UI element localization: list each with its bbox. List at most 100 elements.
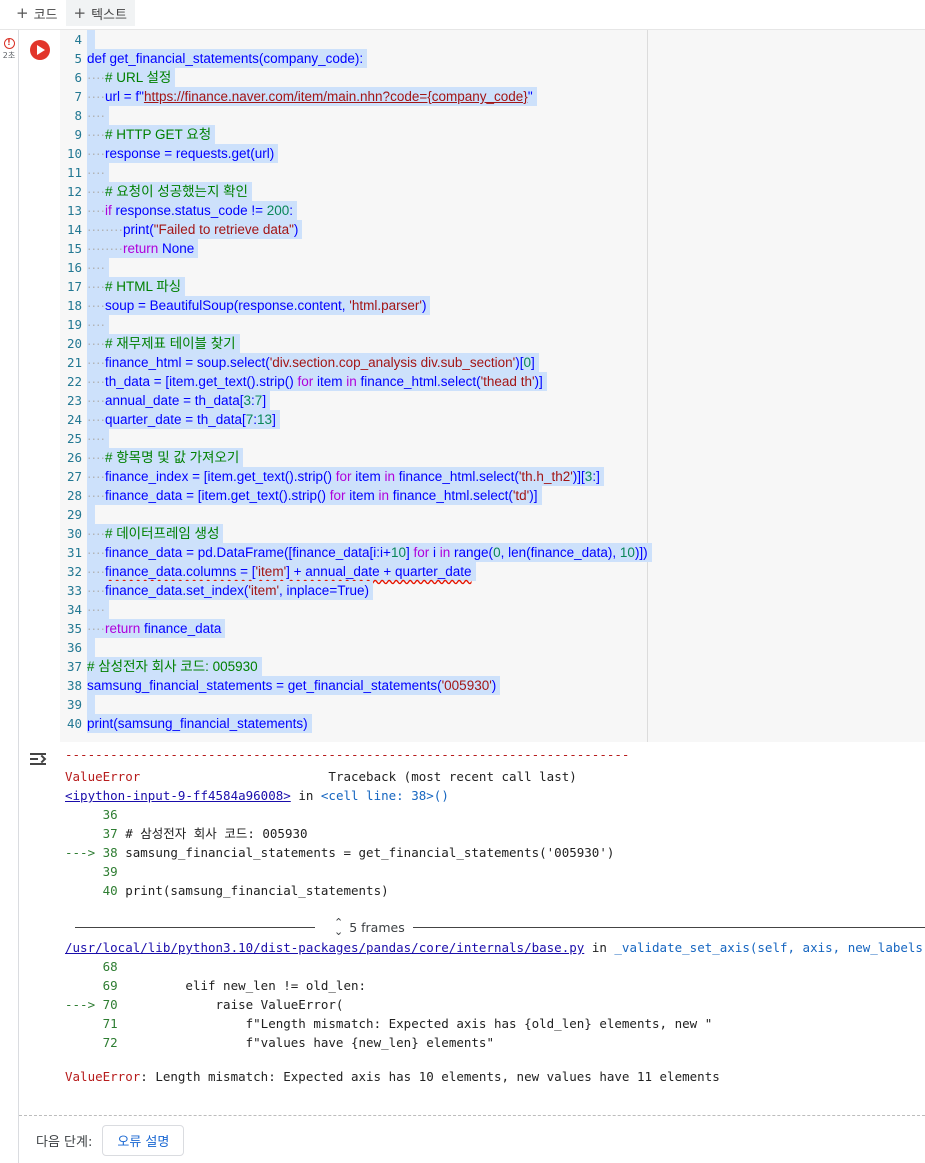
- code-text: ····: [87, 106, 109, 125]
- code-line[interactable]: 33 ····finance_data.set_index('item', inp…: [60, 581, 925, 600]
- output-toggle-icon[interactable]: [30, 752, 50, 766]
- code-line[interactable]: 16 ····: [60, 258, 925, 277]
- traceback-line-number: 71: [102, 1016, 126, 1031]
- code-line[interactable]: 18 ····soup = BeautifulSoup(response.cont…: [60, 296, 925, 315]
- traceback-line-number: 40: [102, 883, 126, 898]
- next-steps-label: 다음 단계:: [36, 1134, 93, 1150]
- next-steps-divider: [19, 1115, 925, 1116]
- traceback-arrow: [65, 1035, 103, 1050]
- final-error-name: ValueError: [65, 1069, 141, 1084]
- code-editor[interactable]: 4 5 def get_financial_statements(company_c…: [60, 30, 925, 742]
- traceback-arrow: [65, 864, 103, 879]
- run-cell-button[interactable]: [30, 40, 50, 60]
- code-line[interactable]: 24 ····quarter_date = th_data[7:13]: [60, 410, 925, 429]
- file-location: /usr/local/lib/python3.10/dist-packages/…: [65, 938, 925, 957]
- traceback-line-number: 38: [102, 845, 126, 860]
- execution-time: 2초: [2, 51, 16, 60]
- code-line[interactable]: 35 ····return finance_data: [60, 619, 925, 638]
- traceback-label: Traceback (most recent call last): [328, 769, 577, 784]
- code-line[interactable]: 29: [60, 505, 925, 524]
- line-number: 9: [74, 127, 82, 142]
- code-text: ····finance_index = [item.get_text().str…: [87, 467, 604, 486]
- error-icon: !: [3, 38, 15, 49]
- code-line[interactable]: 8 ····: [60, 106, 925, 125]
- line-number: 37: [66, 659, 82, 674]
- line-number: 8: [74, 108, 82, 123]
- traceback-code: print(samsung_financial_statements): [125, 883, 389, 898]
- code-line[interactable]: 38 samsung_financial_statements = get_fin…: [60, 676, 925, 695]
- add-text-button[interactable]: + 텍스트: [65, 0, 135, 26]
- code-line[interactable]: 11 ····: [60, 163, 925, 182]
- line-number: 38: [66, 678, 82, 693]
- code-line[interactable]: 31 ····finance_data = pd.DataFrame([finan…: [60, 543, 925, 562]
- code-line[interactable]: 19 ····: [60, 315, 925, 334]
- line-number: 40: [66, 716, 82, 731]
- add-code-button[interactable]: + 코드: [8, 0, 66, 26]
- traceback-separator: ----------------------------------------…: [65, 747, 630, 762]
- code-line[interactable]: 25 ····: [60, 429, 925, 448]
- file-link[interactable]: /usr/local/lib/python3.10/dist-packages/…: [65, 940, 584, 955]
- code-text: ····# 요청이 성공했는지 확인: [87, 182, 252, 201]
- explain-error-button[interactable]: 오류 설명: [102, 1124, 185, 1156]
- line-number: 20: [66, 336, 82, 351]
- line-number: 6: [74, 70, 82, 85]
- code-line[interactable]: 27 ····finance_index = [item.get_text().s…: [60, 467, 925, 486]
- code-line[interactable]: 28 ····finance_data = [item.get_text().st…: [60, 486, 925, 505]
- code-line[interactable]: 5 def get_financial_statements(company_co…: [60, 49, 925, 68]
- code-line[interactable]: 34 ····: [60, 600, 925, 619]
- cell-line: <cell line: 38>(): [320, 788, 449, 803]
- code-text: ····soup = BeautifulSoup(response.conten…: [87, 296, 431, 315]
- line-number: 21: [66, 355, 82, 370]
- code-line[interactable]: 37 # 삼성전자 회사 코드: 005930: [60, 657, 925, 676]
- code-line[interactable]: 12 ····# 요청이 성공했는지 확인: [60, 182, 925, 201]
- code-line[interactable]: 36: [60, 638, 925, 657]
- line-number: 35: [66, 621, 82, 636]
- code-line[interactable]: 7 ····url = f"https://finance.naver.com/i…: [60, 87, 925, 106]
- traceback-line-number: 68: [102, 959, 126, 974]
- traceback-line: 37 # 삼성전자 회사 코드: 005930: [65, 824, 308, 843]
- code-text: # 삼성전자 회사 코드: 005930: [87, 657, 262, 676]
- code-text: ········return None: [87, 239, 199, 258]
- line-number: 27: [66, 469, 82, 484]
- code-line[interactable]: 40 print(samsung_financial_statements): [60, 714, 925, 733]
- code-line[interactable]: 23 ····annual_date = th_data[3:7]: [60, 391, 925, 410]
- code-text: ····annual_date = th_data[3:7]: [87, 391, 271, 410]
- code-line[interactable]: 15 ········return None: [60, 239, 925, 258]
- execution-status[interactable]: ! 2초: [2, 38, 16, 61]
- frames-line-right: [413, 927, 925, 928]
- code-line[interactable]: 6 ····# URL 설정: [60, 68, 925, 87]
- code-line[interactable]: 10 ····response = requests.get(url): [60, 144, 925, 163]
- next-steps: 다음 단계: 오류 설명: [36, 1124, 185, 1156]
- code-line[interactable]: 30 ····# 데이터프레임 생성: [60, 524, 925, 543]
- code-line[interactable]: 4: [60, 30, 925, 49]
- code-text: ····quarter_date = th_data[7:13]: [87, 410, 280, 429]
- add-code-label: 코드: [33, 7, 58, 23]
- code-text: ····if response.status_code != 200:: [87, 201, 298, 220]
- line-number: 15: [66, 241, 82, 256]
- code-text: ····# URL 설정: [87, 68, 176, 87]
- input-link[interactable]: <ipython-input-9-ff4584a96008>: [65, 788, 291, 803]
- notebook-toolbar: + 코드 + 텍스트: [0, 0, 925, 30]
- traceback-line-number: 36: [102, 807, 126, 822]
- traceback-line: 69 elif new_len != old_len:: [65, 976, 366, 995]
- in-word: in: [591, 940, 607, 955]
- code-text: ····finance_data = [item.get_text().stri…: [87, 486, 542, 505]
- code-text: ····# HTML 파싱: [87, 277, 186, 296]
- line-number: 16: [66, 260, 82, 275]
- code-line[interactable]: 21 ····finance_html = soup.select('div.se…: [60, 353, 925, 372]
- collapsed-frames: ⌃ ⌄ 5 frames: [75, 916, 925, 938]
- code-line[interactable]: 32 ····finance_data.columns = ['item'] + …: [60, 562, 925, 581]
- code-line[interactable]: 39: [60, 695, 925, 714]
- code-line[interactable]: 13 ····if response.status_code != 200:: [60, 201, 925, 220]
- code-line[interactable]: 14 ········print("Failed to retrieve data…: [60, 220, 925, 239]
- expand-frames-button[interactable]: ⌃ ⌄ 5 frames: [330, 916, 409, 938]
- code-line[interactable]: 26 ····# 항목명 및 값 가져오기: [60, 448, 925, 467]
- line-number: 26: [66, 450, 82, 465]
- code-line[interactable]: 20 ····# 재무제표 테이블 찾기: [60, 334, 925, 353]
- line-number: 19: [66, 317, 82, 332]
- code-line[interactable]: 22 ····th_data = [item.get_text().strip()…: [60, 372, 925, 391]
- plus-icon: +: [73, 4, 87, 22]
- traceback-code: # 삼성전자 회사 코드: 005930: [125, 826, 308, 841]
- code-line[interactable]: 9 ····# HTTP GET 요청: [60, 125, 925, 144]
- code-line[interactable]: 17 ····# HTML 파싱: [60, 277, 925, 296]
